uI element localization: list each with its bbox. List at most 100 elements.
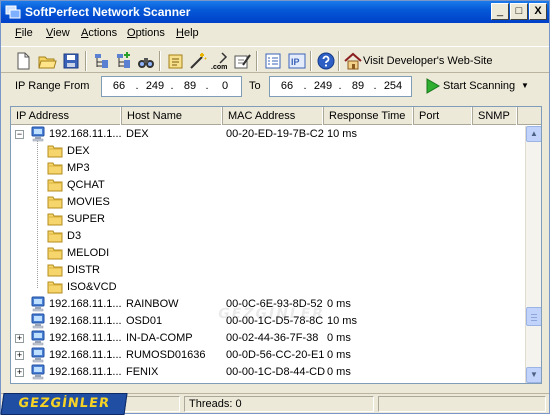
share-row[interactable]: ISO&VCD (11, 279, 524, 296)
share-name-cell: MOVIES (67, 196, 110, 208)
toolbar-separator (256, 51, 258, 71)
scroll-thumb[interactable] (526, 307, 541, 326)
tools-icon[interactable] (232, 51, 252, 71)
share-row[interactable]: DEX (11, 143, 524, 160)
svg-text:IP: IP (291, 57, 300, 67)
ip-address-cell: 192.168.11.1... (49, 315, 122, 327)
ip-from-field[interactable]: 66 . 249 . 89 . 0 (101, 76, 242, 97)
save-icon[interactable] (61, 51, 81, 71)
gezginler-logo: GEZGİNLER (0, 393, 128, 415)
wand-icon[interactable] (188, 51, 208, 71)
list-header: IP Address Host Name MAC Address Respons… (11, 107, 541, 125)
folder-icon (47, 246, 63, 260)
ip-to-octet-4: 254 (383, 80, 403, 92)
visit-website-label: Visit Developer's Web-Site (363, 55, 493, 67)
mac-address-cell: 00-02-44-36-7F-38 (226, 332, 319, 344)
window-title: SoftPerfect Network Scanner (25, 5, 191, 19)
share-name-cell: DEX (67, 145, 90, 157)
column-host-name[interactable]: Host Name (122, 107, 223, 125)
mac-address-cell: 00-0D-56-CC-20-E1 (226, 349, 325, 361)
dropdown-arrow-icon[interactable]: ▼ (521, 81, 529, 90)
menu-help[interactable]: Help (176, 27, 199, 40)
home-icon (343, 51, 363, 71)
expand-toggle[interactable]: + (15, 334, 24, 343)
start-scanning-button[interactable]: Start Scanning ▼ (421, 76, 539, 97)
binoculars-icon[interactable] (136, 51, 156, 71)
host-row[interactable]: +192.168.11.1... IN-DA-COMP 00-02-44-36-7F… (11, 330, 524, 347)
title-bar[interactable]: SoftPerfect Network Scanner _ □ X (1, 1, 549, 23)
response-time-cell: 10 ms (327, 128, 357, 140)
results-list[interactable]: IP Address Host Name MAC Address Respons… (10, 106, 542, 384)
ip-to-octet-1: 66 (280, 80, 294, 92)
share-row[interactable]: DISTR (11, 262, 524, 279)
expand-toggle[interactable]: + (15, 368, 24, 377)
toolbar-separator (310, 51, 312, 71)
ip-icon[interactable]: IP (287, 51, 307, 71)
response-time-cell: 10 ms (327, 315, 357, 327)
close-button[interactable]: X (529, 3, 547, 20)
ip-range-to-label: To (249, 80, 261, 92)
menu-view[interactable]: View (46, 27, 70, 40)
host-row[interactable]: +192.168.11.1... RUMOSD01636 00-0D-56-CC-2… (11, 347, 524, 364)
response-time-cell: 0 ms (327, 298, 351, 310)
menu-options[interactable]: Options (127, 27, 165, 40)
folder-icon (47, 144, 63, 158)
list-icon[interactable] (263, 51, 283, 71)
share-name-cell: D3 (67, 230, 82, 242)
share-row[interactable]: MELODI (11, 245, 524, 262)
folder-icon (47, 161, 63, 175)
host-name-cell: RUMOSD01636 (126, 349, 206, 361)
ip-from-octet-4: 0 (221, 80, 229, 92)
menu-file[interactable]: File (15, 27, 33, 40)
host-name-cell: OSD01 (126, 315, 163, 327)
column-ip-address[interactable]: IP Address (11, 107, 122, 125)
share-row[interactable]: D3 (11, 228, 524, 245)
share-row[interactable]: MOVIES (11, 194, 524, 211)
host-name-cell: RAINBOW (126, 298, 179, 310)
column-response-time[interactable]: Response Time (324, 107, 414, 125)
ip-to-field[interactable]: 66 . 249 . 89 . 254 (269, 76, 412, 97)
vertical-scrollbar[interactable]: ▲ ▼ (525, 126, 541, 383)
scroll-up-button[interactable]: ▲ (526, 126, 541, 142)
open-icon[interactable] (37, 51, 57, 71)
toolbar-separator (159, 51, 161, 71)
ip-from-octet-1: 66 (112, 80, 126, 92)
status-threads: Threads: 0 (184, 396, 374, 412)
menu-bar: File View Actions Options Help (1, 23, 549, 44)
column-port[interactable]: Port (414, 107, 473, 125)
ip-address-cell: 192.168.11.1... (49, 298, 122, 310)
host-name-cell: FENIX (126, 366, 159, 378)
menu-actions[interactable]: Actions (81, 27, 117, 40)
tree-expand-icon[interactable] (114, 51, 134, 71)
host-row[interactable]: − 192.168.11.1... DEX 00-20-ED-19-7B-C2 10 m… (11, 126, 524, 143)
share-row[interactable]: QCHAT (11, 177, 524, 194)
ip-from-octet-2: 249 (145, 80, 165, 92)
minimize-button[interactable]: _ (491, 3, 509, 20)
tree-collapse-icon[interactable] (92, 51, 112, 71)
app-window: SoftPerfect Network Scanner _ □ X File V… (0, 0, 550, 415)
share-name-cell: ISO&VCD (67, 281, 117, 293)
properties-icon[interactable] (166, 51, 186, 71)
host-row[interactable]: 192.168.11.1... RAINBOW 00-0C-6E-93-8D-52 0… (11, 296, 524, 313)
share-row[interactable]: SUPER (11, 211, 524, 228)
help-icon[interactable] (316, 51, 336, 71)
response-time-cell: 0 ms (327, 366, 351, 378)
host-row[interactable]: 192.168.11.1... OSD01 00-00-1C-D5-78-8C 10 … (11, 313, 524, 330)
collapse-toggle[interactable]: − (15, 130, 24, 139)
mac-address-cell: 00-00-1C-D5-78-8C (226, 315, 324, 327)
share-row[interactable]: MP3 (11, 160, 524, 177)
scroll-down-button[interactable]: ▼ (526, 367, 541, 383)
column-mac-address[interactable]: MAC Address (223, 107, 324, 125)
host-row[interactable]: +192.168.11.1... FENIX 00-00-1C-D8-44-CD 0 … (11, 364, 524, 381)
computer-icon (30, 313, 46, 329)
computer-icon (30, 347, 46, 363)
maximize-button[interactable]: □ (510, 3, 528, 20)
expand-toggle[interactable]: + (15, 351, 24, 360)
dotcom-icon[interactable]: .com (210, 51, 230, 71)
folder-icon (47, 263, 63, 277)
computer-icon (30, 126, 46, 142)
response-time-cell: 0 ms (327, 332, 351, 344)
column-snmp[interactable]: SNMP (473, 107, 518, 125)
computer-icon (30, 330, 46, 346)
new-icon[interactable] (13, 51, 33, 71)
